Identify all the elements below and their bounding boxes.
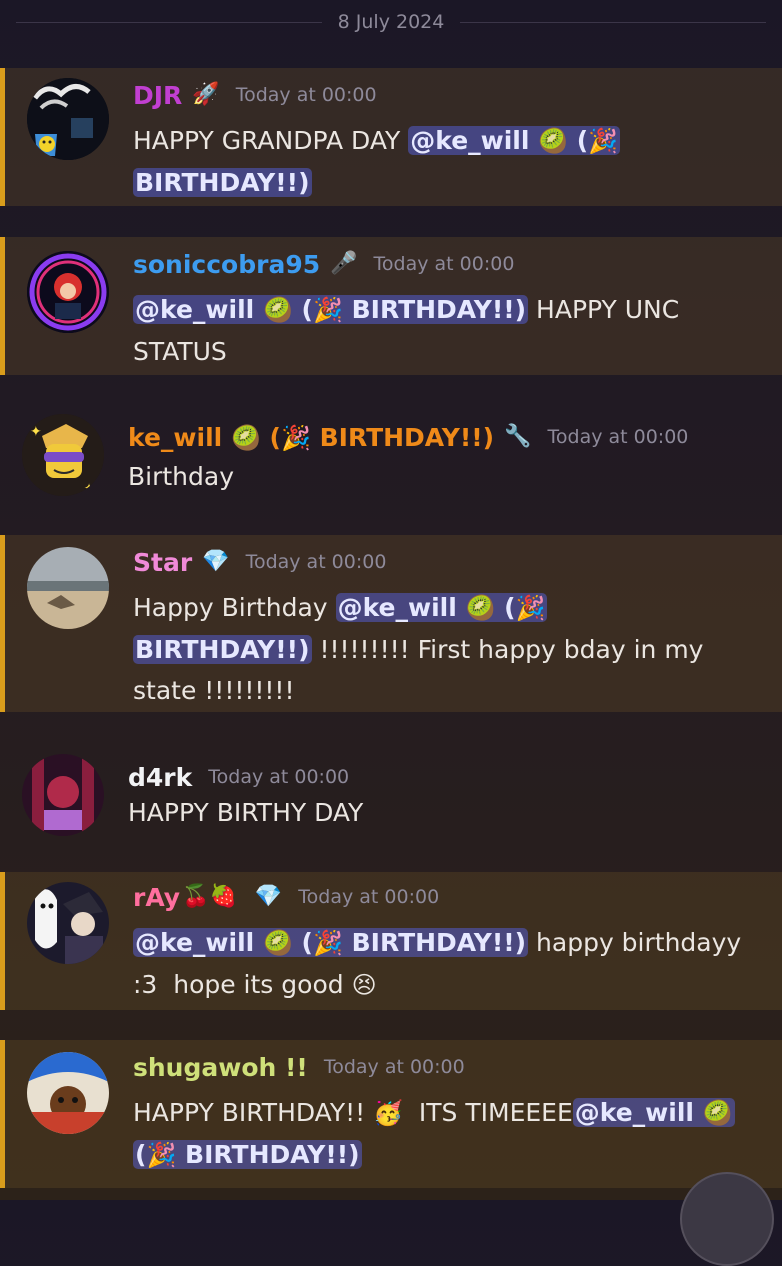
mention-ke-will[interactable]: @ke_will 🥝 (🎉 [335,593,548,622]
party-popper-icon: 🎉 [588,127,619,155]
mention-ke-will[interactable]: @ke_will 🥝 [572,1098,735,1127]
avatar-ke-will[interactable]: ✦ ✦ [22,414,104,496]
kiwi-icon: 🥝 [465,594,496,622]
mention-tail: BIRTHDAY!!) [185,1140,360,1169]
mention-handle: @ke_will [135,295,255,324]
microphone-icon: 🎤 [330,251,358,276]
username-d4rk[interactable]: d4rk [128,763,192,792]
kiwi-icon: 🥝 [262,296,293,324]
message-shugawoh[interactable]: shugawoh !! Today at 00:00 HAPPY BIRTHDA… [0,1040,782,1188]
username-shugawoh[interactable]: shugawoh !! [133,1053,308,1082]
kiwi-icon: 🥝 [262,929,293,957]
message-ray[interactable]: rAy 🍒🍓 💎 Today at 00:00 @ke_will 🥝 (🎉 BI… [0,872,782,1010]
mention-handle: @ke_will [337,593,457,622]
rocket-icon: 🚀 [192,82,220,107]
message-text-cont: !!!!!!!!! First happy bday in my [311,635,704,664]
date-divider: 8 July 2024 [0,0,782,44]
kiwi-icon: 🥝 [230,423,261,452]
username-star[interactable]: Star [133,548,192,577]
username-ray[interactable]: rAy [133,883,180,912]
timestamp: Today at 00:00 [323,1056,465,1078]
kiwi-icon: 🥝 [538,127,569,155]
mention-handle: @ke_will [410,126,530,155]
persevering-face-icon: 😣 [351,971,377,999]
username-handle: ke_will [128,422,223,452]
message-text: HAPPY UNC [528,295,680,324]
mention-tail: BIRTHDAY!!) [351,928,527,957]
mention-ke-will[interactable]: @ke_will 🥝 (🎉 BIRTHDAY!!) [133,295,529,324]
username-paren: ( [269,422,281,452]
party-popper-icon: 🎉 [312,296,343,324]
message-text: HAPPY BIRTHDAY!! [133,1098,374,1127]
mention-ke-will-cont[interactable]: (🎉 BIRTHDAY!!) [133,1140,362,1169]
kiwi-icon: 🥝 [702,1099,733,1127]
svg-text:✦: ✦ [84,481,94,495]
wrench-icon: 🔧 [504,424,532,449]
message-text: HAPPY GRANDPA DAY [133,126,409,155]
mention-handle: @ke_will [135,928,255,957]
mention-paren: ( [504,593,516,622]
mention-paren: ( [301,295,313,324]
message-soniccobra95[interactable]: soniccobra95 🎤 Today at 00:00 @ke_will 🥝… [0,237,782,375]
message-star[interactable]: Star 💎 Today at 00:00 Happy Birthday @ke… [0,535,782,712]
timestamp: Today at 00:00 [235,84,377,106]
timestamp: Today at 00:00 [208,766,350,788]
party-popper-icon: 🎉 [515,594,546,622]
gem-icon: 💎 [202,549,230,574]
message-text-mid: ITS TIMEEEE [403,1098,573,1127]
mention-ke-will-cont[interactable]: BIRTHDAY!!) [133,635,312,664]
partying-face-icon: 🥳 [373,1099,403,1127]
mention-tail: BIRTHDAY!!) [351,295,527,324]
party-popper-icon: 🎉 [280,423,311,452]
date-divider-label: 8 July 2024 [337,11,445,33]
scroll-to-bottom-button[interactable] [680,1172,774,1266]
svg-text:✦: ✦ [30,424,42,440]
mention-ke-will-cont[interactable]: BIRTHDAY!!) [133,168,312,197]
cherry-strawberry-icon: 🍒🍓 [182,884,237,909]
avatar-star[interactable] [27,547,109,629]
message-text: Birthday [128,462,235,491]
message-text-line2: STATUS [133,337,227,366]
username-tail: BIRTHDAY!!) [319,422,495,452]
timestamp: Today at 00:00 [547,426,689,448]
username-soniccobra95[interactable]: soniccobra95 [133,250,320,279]
timestamp: Today at 00:00 [298,886,440,908]
timestamp: Today at 00:00 [373,253,515,275]
timestamp: Today at 00:00 [245,551,387,573]
mention-ke-will[interactable]: @ke_will 🥝 (🎉 BIRTHDAY!!) [133,928,529,957]
message-d4rk[interactable]: d4rk Today at 00:00 HAPPY BIRTHY DAY [0,740,782,850]
avatar-ray[interactable] [27,882,109,964]
mention-handle: @ke_will [574,1098,694,1127]
message-text-line2: :3 hope its good [133,970,352,999]
avatar-shugawoh[interactable] [27,1052,109,1134]
mention-paren: ( [576,126,589,155]
message-text: happy birthdayy [528,928,742,957]
mention-paren: ( [301,928,313,957]
username-ke-will[interactable]: ke_will 🥝 (🎉 BIRTHDAY!!) [128,423,494,452]
party-popper-icon: 🎉 [312,929,343,957]
mention-paren: ( [135,1140,147,1169]
avatar-soniccobra95[interactable] [27,251,109,333]
party-popper-icon: 🎉 [146,1141,177,1169]
avatar-djr[interactable] [27,78,109,160]
avatar-d4rk[interactable] [22,754,104,836]
message-text-line3: state !!!!!!!!! [133,676,295,705]
mention-ke-will[interactable]: @ke_will 🥝 (🎉 [408,126,621,155]
message-ke-will[interactable]: ✦ ✦ ke_will 🥝 (🎉 BIRTHDAY!!) 🔧 Today at … [0,400,782,510]
message-djr[interactable]: DJR 🚀 Today at 00:00 HAPPY GRANDPA DAY @… [0,68,782,206]
gem-icon: 💎 [254,884,283,909]
message-text: Happy Birthday [133,593,336,622]
message-text: HAPPY BIRTHY DAY [128,798,364,827]
username-djr[interactable]: DJR [133,81,182,110]
